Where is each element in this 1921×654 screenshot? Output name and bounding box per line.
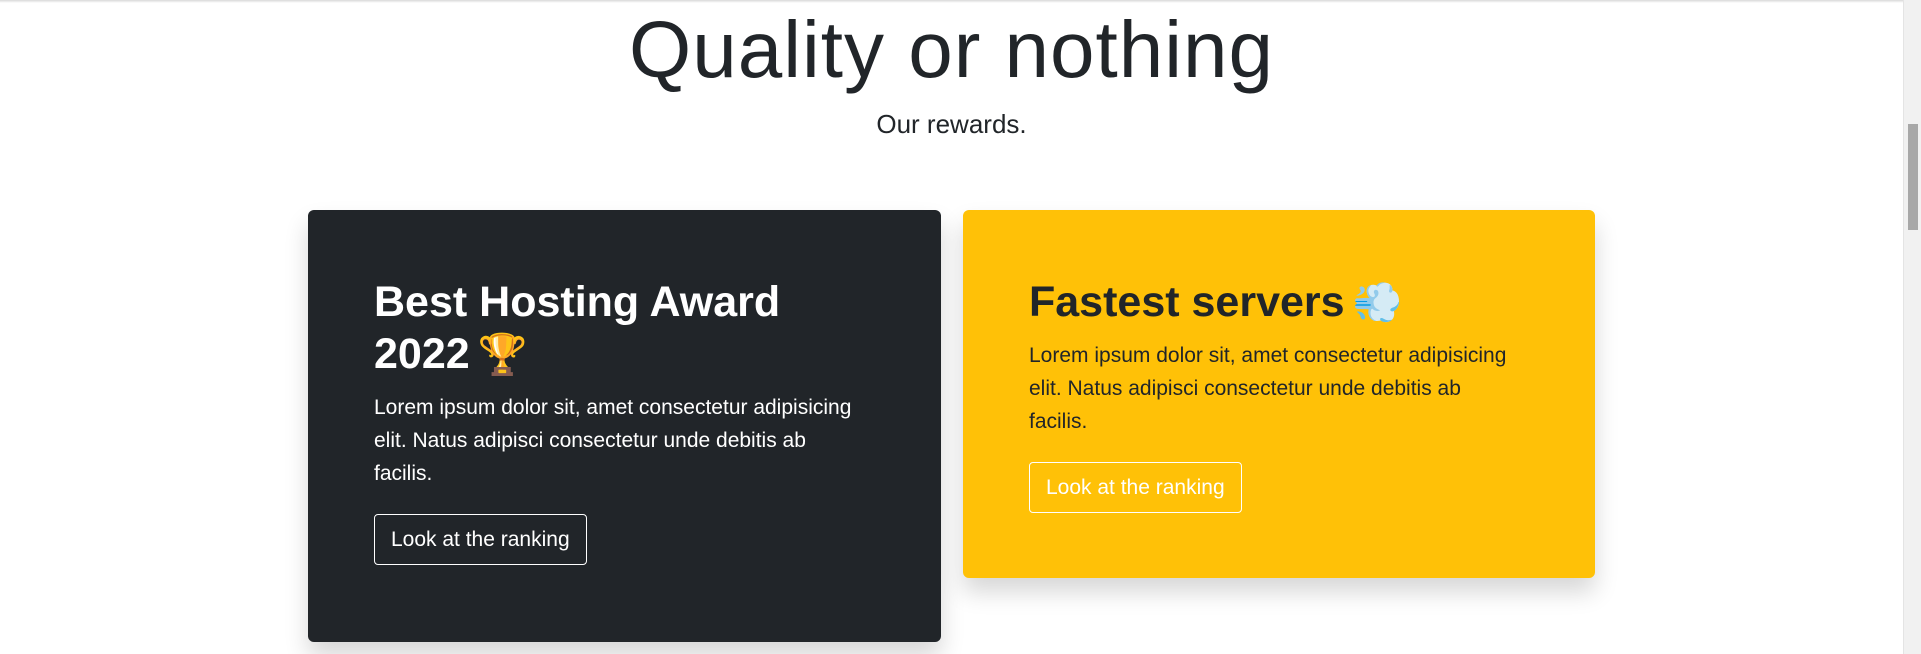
- section-title: Quality or nothing: [628, 5, 1275, 94]
- card-title: Best Hosting Award 2022 🏆: [374, 278, 781, 378]
- card-title: Fastest servers 💨: [1029, 278, 1403, 326]
- trophy-icon: 🏆: [477, 333, 528, 377]
- vertical-scrollbar[interactable]: [1903, 0, 1921, 654]
- card-text: Lorem ipsum dolor sit, amet consectetur …: [1029, 344, 1507, 433]
- award-card-fastest-servers: Fastest servers 💨 Lorem ipsum dolor sit, …: [963, 210, 1595, 578]
- scrollbar-thumb[interactable]: [1908, 124, 1918, 230]
- dash-icon: 💨: [1352, 281, 1403, 325]
- card-text: Lorem ipsum dolor sit, amet consectetur …: [374, 396, 852, 485]
- look-at-ranking-button[interactable]: Look at the ranking: [374, 514, 587, 565]
- section-subtitle: Our rewards.: [876, 109, 1027, 139]
- award-card-best-hosting: Best Hosting Award 2022 🏆 Lorem ipsum dol…: [308, 210, 941, 642]
- header-shadow: [0, 0, 1903, 3]
- look-at-ranking-button[interactable]: Look at the ranking: [1029, 462, 1242, 513]
